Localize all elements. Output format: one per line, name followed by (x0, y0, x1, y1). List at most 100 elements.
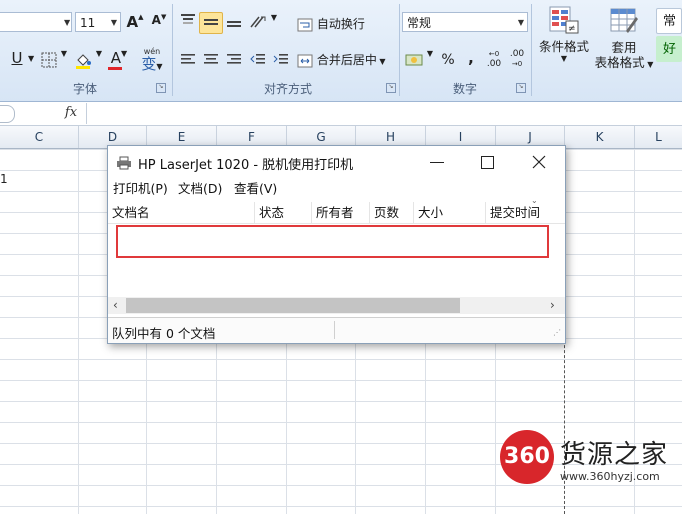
underline-button[interactable]: U (4, 48, 30, 72)
alignment-dialog-launcher[interactable]: ↘ (386, 83, 396, 93)
chevron-down-icon[interactable]: ▼ (28, 54, 34, 63)
menu-document[interactable]: 文档(D) (178, 180, 222, 198)
conditional-format-icon: ≠ (549, 6, 579, 34)
column-owner[interactable]: 所有者 (312, 202, 370, 223)
font-dialog-launcher[interactable]: ↘ (156, 83, 166, 93)
watermark-logo: 360 (500, 430, 554, 484)
phonetic-button[interactable]: wén 变▼ (134, 46, 170, 74)
align-bottom-icon (227, 21, 241, 27)
status-divider (334, 321, 335, 339)
table-format-icon (610, 8, 638, 33)
orientation-button[interactable]: ▼ (246, 12, 280, 34)
column-document-name[interactable]: 文档名 (108, 202, 255, 223)
accounting-format-button[interactable]: ▼ (403, 48, 435, 72)
cell-style-normal[interactable]: 常 (656, 8, 682, 34)
highlight-box (116, 225, 549, 258)
align-left-icon (181, 54, 195, 64)
grow-font-button[interactable]: A▲ (124, 12, 146, 34)
formula-bar: fx (0, 102, 682, 126)
align-top-icon (181, 14, 195, 24)
scrollbar-thumb[interactable] (126, 298, 460, 313)
column-header[interactable]: K (565, 126, 635, 148)
menu-view[interactable]: 查看(V) (234, 180, 277, 198)
font-size-field[interactable]: 11 ▼ (75, 12, 121, 32)
scroll-right-icon[interactable]: › (550, 297, 555, 314)
decrease-indent-icon (250, 54, 265, 64)
formula-input[interactable] (86, 103, 682, 124)
status-bar: 队列中有 0 个文档 ⋰ (108, 317, 565, 343)
font-size-combo[interactable]: ▼ (0, 12, 72, 32)
printer-icon (117, 156, 131, 170)
window-title: HP LaserJet 1020 - 脱机使用打印机 (138, 158, 354, 173)
wrap-text-icon (297, 18, 313, 31)
watermark-url: www.360hyzj.com (560, 470, 660, 483)
merge-center-button[interactable]: 合并后居中 ▼ (296, 48, 398, 72)
decrease-indent-button[interactable] (246, 48, 270, 72)
font-color-button[interactable]: A▼ (104, 48, 134, 72)
number-dialog-launcher[interactable]: ↘ (516, 83, 526, 93)
status-text: 队列中有 0 个文档 (112, 326, 216, 341)
group-separator (531, 4, 532, 96)
align-center-button[interactable] (199, 48, 223, 72)
list-header: 文档名 状态 所有者 页数 大小 提交时间 ⌄ (108, 196, 565, 224)
insert-function-button[interactable]: fx (58, 103, 84, 123)
menu-bar: 打印机(P) 文档(D) 查看(V) (108, 178, 565, 200)
printer-queue-window: HP LaserJet 1020 - 脱机使用打印机 打印机(P) 文档(D) … (107, 145, 566, 344)
minimize-icon (430, 162, 444, 163)
border-icon (41, 52, 57, 68)
decrease-decimal-button[interactable]: .00 →0 (505, 48, 529, 72)
minimize-button[interactable] (424, 150, 450, 174)
conditional-format-button[interactable]: ≠ 条件格式 ▼ (534, 2, 594, 78)
column-size[interactable]: 大小 (414, 202, 486, 223)
close-icon (532, 155, 546, 169)
increase-decimal-button[interactable]: ←0.00 (482, 48, 506, 72)
ribbon: ▼ 11 ▼ A▲ A▼ U ▼ ▼ ▼ A▼ wén 变▼ 字体 ↘ ▼ 自动… (0, 0, 682, 102)
name-box[interactable] (0, 105, 15, 123)
menu-printer[interactable]: 打印机(P) (113, 180, 168, 198)
column-submitted[interactable]: 提交时间 (486, 202, 565, 223)
close-button[interactable] (524, 150, 554, 174)
column-status[interactable]: 状态 (255, 202, 312, 223)
group-separator (172, 4, 173, 96)
align-top-button[interactable] (176, 12, 200, 34)
window-titlebar[interactable]: HP LaserJet 1020 - 脱机使用打印机 (108, 146, 565, 178)
maximize-button[interactable] (474, 150, 500, 174)
cell-value: 1 (0, 172, 8, 186)
increase-indent-icon (273, 54, 288, 64)
grid-line (78, 149, 79, 514)
border-button[interactable]: ▼ (38, 48, 70, 72)
increase-indent-button[interactable] (269, 48, 293, 72)
wrap-text-button[interactable]: 自动换行 (296, 12, 378, 36)
align-right-button[interactable] (222, 48, 246, 72)
comma-button[interactable]: , (460, 48, 482, 72)
align-middle-button[interactable] (199, 12, 223, 34)
watermark: 360 货源之家 www.360hyzj.com (500, 430, 682, 490)
chevron-down-icon: ▼ (517, 18, 524, 27)
format-as-table-button[interactable]: 套用 表格格式 ▼ (592, 2, 656, 78)
column-header[interactable]: L (635, 126, 682, 148)
group-separator (399, 4, 400, 96)
number-format-combo[interactable]: 常规 ▼ (402, 12, 528, 32)
align-bottom-button[interactable] (222, 12, 246, 34)
fill-color-button[interactable]: ▼ (72, 48, 104, 72)
cell-style-good[interactable]: 好 (656, 36, 682, 62)
svg-text:≠: ≠ (568, 24, 576, 34)
maximize-icon (481, 156, 494, 169)
watermark-text: 货源之家 (560, 440, 669, 470)
merge-cells-icon (297, 54, 313, 67)
align-center-icon (204, 54, 218, 64)
orientation-icon (250, 16, 266, 28)
align-left-button[interactable] (176, 48, 200, 72)
align-middle-icon (204, 19, 218, 25)
chevron-down-icon: ▼ (64, 18, 71, 27)
fill-bucket-icon (76, 54, 91, 69)
align-right-icon (227, 54, 241, 64)
sort-chevron-icon: ⌄ (531, 196, 538, 205)
percent-button[interactable]: % (436, 48, 460, 72)
column-header[interactable]: C (0, 126, 79, 148)
scroll-left-icon[interactable]: ‹ (113, 297, 118, 314)
column-pages[interactable]: 页数 (370, 202, 414, 223)
shrink-font-button[interactable]: A▼ (148, 12, 170, 34)
resize-grip-icon[interactable]: ⋰ (553, 328, 561, 337)
chevron-down-icon: ▼ (110, 18, 117, 27)
